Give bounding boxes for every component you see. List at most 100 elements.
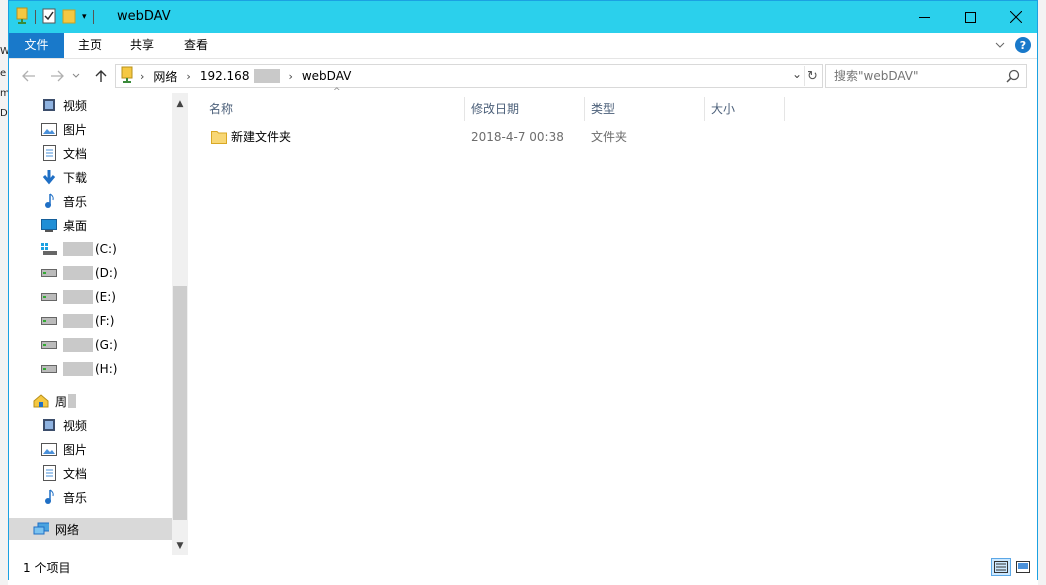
help-icon[interactable]: ? bbox=[1015, 37, 1031, 53]
breadcrumb-webdav[interactable]: webDAV bbox=[299, 69, 355, 83]
column-header-name[interactable]: 名称 bbox=[203, 97, 465, 121]
pictures-icon bbox=[41, 441, 57, 457]
large-icons-view-button[interactable] bbox=[1013, 558, 1033, 576]
address-dropdown-icon[interactable]: ⌄ bbox=[792, 67, 802, 81]
homegroup-icon bbox=[33, 393, 49, 409]
scroll-up-icon[interactable]: ▲ bbox=[172, 95, 188, 112]
sidebar-item-hg-music[interactable]: 音乐 bbox=[9, 486, 172, 508]
refresh-icon[interactable]: ↻ bbox=[804, 66, 820, 86]
desktop-icon bbox=[41, 217, 57, 233]
sidebar-item-label: 网络 bbox=[55, 522, 80, 537]
music-icon bbox=[41, 489, 57, 505]
network-icon bbox=[33, 521, 49, 537]
breadcrumb-network[interactable]: 网络 bbox=[150, 68, 180, 85]
ribbon-controls: ? bbox=[995, 37, 1031, 53]
search-input[interactable] bbox=[834, 69, 994, 83]
file-list: ^ 名称 修改日期 类型 大小 新建文件夹 2018-4-7 00:38 文件夹 bbox=[189, 87, 1037, 555]
sidebar-item-drive-g[interactable]: (G:) bbox=[9, 334, 172, 356]
sidebar-item-videos[interactable]: 视频 bbox=[9, 94, 172, 116]
sidebar-item-network[interactable]: 网络 bbox=[9, 518, 172, 540]
nav-pane-scrollbar[interactable]: ▲ ▼ bbox=[172, 93, 188, 555]
sidebar-item-drive-d[interactable]: (D:) bbox=[9, 262, 172, 284]
sidebar-item-label: (G:) bbox=[95, 338, 118, 352]
toolbar-separator bbox=[35, 10, 36, 24]
music-icon bbox=[41, 193, 57, 209]
redacted-name bbox=[68, 394, 77, 408]
redacted-address bbox=[254, 69, 281, 83]
column-header-size[interactable]: 大小 bbox=[705, 97, 785, 121]
network-location-icon bbox=[120, 66, 134, 87]
back-button[interactable] bbox=[19, 67, 39, 85]
maximize-button[interactable] bbox=[947, 1, 993, 33]
navigation-pane: 视频 图片 文档 下载 音乐 桌面 (C:) (D:) (E:) (F:) (G… bbox=[9, 93, 188, 555]
details-view-button[interactable] bbox=[991, 558, 1011, 576]
sidebar-item-hg-videos[interactable]: 视频 bbox=[9, 414, 172, 436]
file-name[interactable]: 新建文件夹 bbox=[231, 125, 291, 149]
sidebar-item-label: 桌面 bbox=[63, 218, 88, 233]
recent-locations-icon[interactable] bbox=[71, 67, 81, 85]
expand-ribbon-icon[interactable] bbox=[995, 38, 1005, 52]
video-icon bbox=[41, 97, 57, 113]
sidebar-item-drive-e[interactable]: (E:) bbox=[9, 286, 172, 308]
column-header-date[interactable]: 修改日期 bbox=[465, 97, 585, 121]
search-box[interactable] bbox=[825, 64, 1027, 88]
sidebar-item-drive-c[interactable]: (C:) bbox=[9, 238, 172, 260]
sidebar-item-pictures[interactable]: 图片 bbox=[9, 118, 172, 140]
crumb-separator-icon[interactable]: › bbox=[134, 70, 150, 83]
breadcrumb-host[interactable]: 192.168 bbox=[197, 69, 253, 83]
sidebar-item-label: 下载 bbox=[63, 170, 88, 185]
pictures-icon bbox=[41, 121, 57, 137]
explorer-window: ▾ webDAV 文件 主页 共享 查看 ? › 网络 › 192.168 › … bbox=[8, 0, 1038, 580]
scrollbar-thumb[interactable] bbox=[173, 286, 187, 520]
address-bar[interactable]: › 网络 › 192.168 › webDAV ⌄ ↻ bbox=[115, 64, 823, 88]
tab-home[interactable]: 主页 bbox=[64, 33, 116, 58]
sidebar-item-hg-documents[interactable]: 文档 bbox=[9, 462, 172, 484]
forward-button[interactable] bbox=[47, 67, 67, 85]
sidebar-item-label: (C:) bbox=[95, 242, 117, 256]
minimize-button[interactable] bbox=[901, 1, 947, 33]
sidebar-item-drive-f[interactable]: (F:) bbox=[9, 310, 172, 332]
tab-view[interactable]: 查看 bbox=[170, 33, 222, 58]
search-icon[interactable] bbox=[1006, 69, 1020, 86]
sidebar-item-drive-h[interactable]: (H:) bbox=[9, 358, 172, 380]
table-row[interactable]: 新建文件夹 2018-4-7 00:38 文件夹 bbox=[189, 125, 809, 149]
tab-share[interactable]: 共享 bbox=[116, 33, 168, 58]
sidebar-item-label: (D:) bbox=[95, 266, 118, 280]
file-type: 文件夹 bbox=[591, 130, 628, 144]
tab-file[interactable]: 文件 bbox=[9, 33, 64, 58]
network-drive-icon bbox=[15, 7, 29, 28]
sidebar-item-label: (E:) bbox=[95, 290, 116, 304]
close-button[interactable] bbox=[993, 1, 1039, 33]
system-drive-icon bbox=[41, 241, 57, 257]
sidebar-item-downloads[interactable]: 下载 bbox=[9, 166, 172, 188]
sidebar-item-homegroup[interactable]: 周 bbox=[9, 390, 172, 412]
properties-icon[interactable] bbox=[42, 8, 56, 27]
sort-ascending-icon: ^ bbox=[333, 87, 341, 97]
navigation-row: › 网络 › 192.168 › webDAV ⌄ ↻ bbox=[9, 59, 1037, 93]
ribbon-tabs: 文件 主页 共享 查看 ? bbox=[9, 33, 1037, 59]
documents-icon bbox=[41, 465, 57, 481]
column-header-type[interactable]: 类型 bbox=[585, 97, 705, 121]
sidebar-item-documents[interactable]: 文档 bbox=[9, 142, 172, 164]
new-folder-icon[interactable] bbox=[62, 8, 76, 27]
drive-icon bbox=[41, 289, 57, 305]
crumb-separator-icon[interactable]: › bbox=[180, 70, 196, 83]
customize-toolbar-icon[interactable]: ▾ bbox=[82, 12, 87, 22]
sidebar-item-label: (F:) bbox=[95, 314, 115, 328]
redacted-drive-name bbox=[63, 290, 93, 304]
sidebar-item-label: 视频 bbox=[63, 418, 88, 433]
up-button[interactable] bbox=[91, 67, 111, 85]
drive-icon bbox=[41, 313, 57, 329]
redacted-drive-name bbox=[63, 314, 93, 328]
download-icon bbox=[41, 169, 57, 185]
sidebar-item-hg-pictures[interactable]: 图片 bbox=[9, 438, 172, 460]
folder-icon bbox=[211, 129, 227, 147]
title-bar: ▾ webDAV bbox=[9, 1, 1037, 33]
redacted-drive-name bbox=[63, 338, 93, 352]
redacted-drive-name bbox=[63, 362, 93, 376]
crumb-separator-icon[interactable]: › bbox=[282, 70, 298, 83]
sidebar-item-music[interactable]: 音乐 bbox=[9, 190, 172, 212]
sidebar-item-label: 视频 bbox=[63, 98, 88, 113]
sidebar-item-desktop[interactable]: 桌面 bbox=[9, 214, 172, 236]
scroll-down-icon[interactable]: ▼ bbox=[172, 537, 188, 554]
